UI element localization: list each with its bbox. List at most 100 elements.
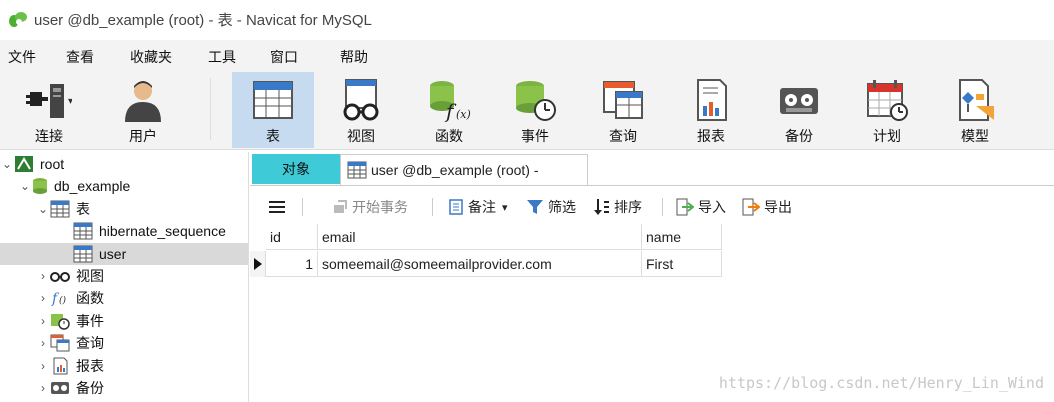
- event-button[interactable]: 事件: [494, 72, 576, 148]
- table-icon: [253, 81, 293, 119]
- sort-button[interactable]: 排序: [594, 197, 642, 217]
- table-button[interactable]: 表: [232, 72, 314, 148]
- table-cell-name[interactable]: First: [642, 251, 722, 277]
- menu-help[interactable]: 帮助: [340, 47, 368, 67]
- report-icon: [53, 357, 68, 375]
- filter-button[interactable]: 筛选: [526, 197, 576, 217]
- filter-funnel-icon: [527, 200, 543, 214]
- schedule-label: 计划: [873, 128, 901, 144]
- connect-button[interactable]: ▾ 连接: [8, 72, 90, 148]
- import-button[interactable]: 导入: [676, 197, 726, 217]
- tree-functions[interactable]: › f () 函数: [36, 287, 104, 309]
- table-icon: [73, 222, 93, 240]
- tab-table-user[interactable]: user @db_example (root) -: [340, 154, 588, 185]
- chevron-down-icon[interactable]: ⌄: [36, 202, 50, 216]
- memo-button[interactable]: 备注 ▾: [448, 197, 508, 217]
- table-cell-email[interactable]: someemail@someemailprovider.com: [318, 251, 642, 277]
- menu-window[interactable]: 窗口: [270, 47, 298, 67]
- function-fx-icon: f (x): [430, 81, 471, 122]
- tree-views[interactable]: › 视图: [36, 265, 104, 287]
- sort-label: 排序: [614, 199, 642, 215]
- column-header-email[interactable]: email: [318, 224, 642, 250]
- chevron-right-icon[interactable]: ›: [36, 359, 50, 373]
- backup-button[interactable]: 备份: [758, 72, 840, 148]
- export-button[interactable]: 导出: [742, 197, 792, 217]
- user-button[interactable]: 用户: [102, 72, 184, 148]
- table-icon: [347, 161, 367, 179]
- toolbar-separator: [302, 198, 303, 216]
- table-cell-id[interactable]: 1: [266, 251, 318, 277]
- tree-tables-group[interactable]: ⌄ 表: [36, 198, 90, 220]
- main-panel: 对象 user @db_example (root) - 开始事务 备注 ▾ 筛…: [250, 152, 1054, 402]
- tab-table-user-label: user @db_example (root) -: [371, 162, 539, 178]
- toolbar-separator: [662, 198, 663, 216]
- menu-bar: 文件 查看 收藏夹 工具 窗口 帮助: [0, 40, 1054, 70]
- table-icon: [73, 245, 93, 263]
- chevron-right-icon[interactable]: ›: [36, 291, 50, 305]
- memo-note-icon: [449, 199, 463, 215]
- chevron-right-icon[interactable]: ›: [36, 269, 50, 283]
- report-icon: [697, 79, 727, 121]
- database-icon: [33, 178, 47, 194]
- begin-transaction-button[interactable]: 开始事务: [332, 197, 408, 217]
- tree-tables-label: 表: [76, 201, 90, 217]
- view-button[interactable]: 视图: [320, 72, 402, 148]
- view-glasses-icon: [343, 79, 379, 121]
- tree-reports-label: 报表: [76, 358, 104, 374]
- menu-tools[interactable]: 工具: [208, 47, 236, 67]
- function-button[interactable]: f (x) 函数: [408, 72, 490, 148]
- tree-queries-label: 查询: [76, 335, 104, 351]
- chevron-right-icon[interactable]: ›: [36, 314, 50, 328]
- chevron-down-icon[interactable]: ⌄: [18, 179, 32, 193]
- backup-tape-icon: [780, 88, 818, 114]
- tab-objects[interactable]: 对象: [252, 154, 340, 184]
- chevron-right-icon[interactable]: ›: [36, 336, 50, 350]
- tree-table-item-selected[interactable]: user: [0, 243, 248, 265]
- chevron-right-icon[interactable]: ›: [36, 381, 50, 395]
- event-clock-icon: [516, 81, 556, 121]
- report-button[interactable]: 报表: [670, 72, 752, 148]
- filter-label: 筛选: [548, 199, 576, 215]
- event-clock-icon: [51, 314, 70, 330]
- tree-functions-label: 函数: [76, 290, 104, 306]
- tree-root-connection[interactable]: ⌄ root: [0, 153, 64, 175]
- toolbar-separator: [432, 198, 433, 216]
- current-row-marker[interactable]: [250, 251, 266, 277]
- connect-label: 连接: [35, 128, 63, 144]
- menu-favorites[interactable]: 收藏夹: [130, 47, 172, 67]
- model-icon: [959, 79, 994, 121]
- column-header-id[interactable]: id: [266, 224, 318, 250]
- main-toolbar: ▾ 连接 用户 表 视图 f (x) 函数 事件 查询 报表 备份 计划 模型: [0, 70, 1054, 150]
- tree-events[interactable]: › 事件: [36, 310, 104, 332]
- export-icon: [742, 198, 760, 216]
- menu-view[interactable]: 查看: [66, 47, 94, 67]
- query-button[interactable]: 查询: [582, 72, 664, 148]
- column-header-name[interactable]: name: [642, 224, 722, 250]
- title-bar: user @db_example (root) - 表 - Navicat fo…: [0, 0, 1054, 38]
- menu-hamburger-button[interactable]: [268, 197, 286, 217]
- svg-text:(x): (x): [456, 108, 471, 121]
- model-label: 模型: [961, 128, 989, 144]
- tree-root-label: root: [40, 156, 65, 172]
- model-button[interactable]: 模型: [934, 72, 1016, 148]
- tree-table-item[interactable]: hibernate_sequence: [73, 220, 226, 242]
- user-icon: [125, 81, 161, 122]
- schedule-calendar-icon: [867, 80, 908, 121]
- tree-reports[interactable]: › 报表: [36, 355, 104, 377]
- tree-backups[interactable]: › 备份: [36, 377, 104, 399]
- tree-database[interactable]: ⌄ db_example: [18, 175, 130, 197]
- tab-bar: 对象 user @db_example (root) -: [250, 152, 1054, 186]
- chevron-down-icon[interactable]: ⌄: [0, 157, 14, 171]
- function-label: 函数: [435, 128, 463, 144]
- object-tree: ⌄ root ⌄ db_example ⌄ 表 hibernate_sequen…: [0, 152, 249, 402]
- window-title: user @db_example (root) - 表 - Navicat fo…: [34, 11, 372, 29]
- view-glasses-icon: [50, 272, 70, 282]
- backup-tape-icon: [51, 382, 69, 394]
- svg-text:(): (): [59, 295, 67, 306]
- schedule-button[interactable]: 计划: [846, 72, 928, 148]
- menu-file[interactable]: 文件: [8, 47, 36, 67]
- hamburger-menu-icon: [269, 201, 285, 213]
- tree-queries[interactable]: › 查询: [36, 332, 104, 354]
- table-label: 表: [266, 128, 280, 144]
- chevron-down-icon[interactable]: ▾: [502, 201, 508, 214]
